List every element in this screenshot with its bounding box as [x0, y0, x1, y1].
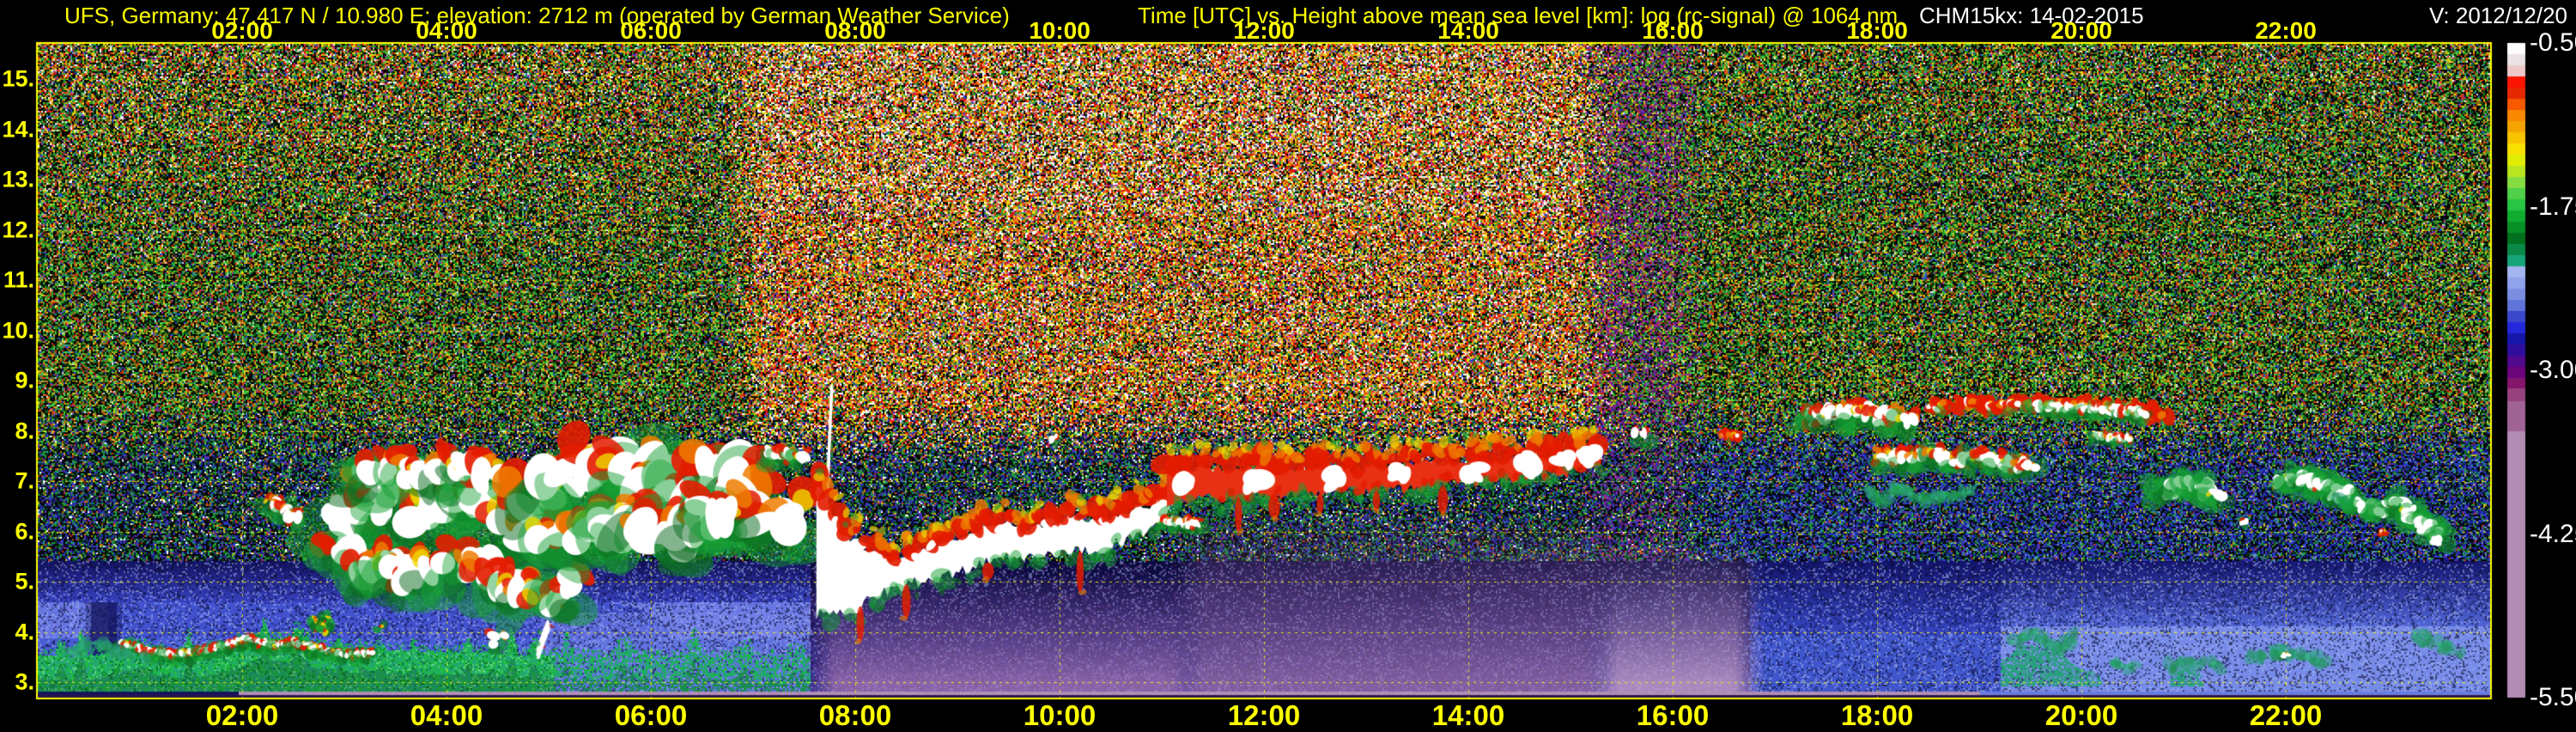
y-tick-label: 5. [15, 568, 34, 595]
x-tick-label-top: 22:00 [2255, 17, 2317, 44]
x-tick-label-top: 10:00 [1029, 17, 1091, 44]
colorbar-tick-label: -3.00 [2530, 356, 2576, 384]
x-tick-label-bottom: 08:00 [818, 699, 892, 731]
x-tick-label-top: 12:00 [1233, 17, 1295, 44]
y-tick-label: 10. [2, 317, 34, 344]
y-tick-label: 3. [15, 668, 34, 695]
x-tick-label-bottom: 22:00 [2249, 699, 2323, 731]
x-tick-label-top: 06:00 [620, 17, 682, 44]
x-tick-label-top: 02:00 [211, 17, 273, 44]
x-tick-label-bottom: 14:00 [1431, 699, 1505, 731]
colorbar-tick-label: -4.25 [2530, 519, 2576, 548]
ceilometer-quicklook-screen: UFS, Germany; 47.417 N / 10.980 E; eleva… [0, 0, 2576, 731]
y-tick-label: 13. [2, 166, 34, 192]
x-tick-label-top: 14:00 [1437, 17, 1499, 44]
plot-canvas [0, 0, 2576, 730]
x-tick-label-bottom: 10:00 [1023, 699, 1097, 731]
x-tick-label-bottom: 12:00 [1227, 699, 1301, 731]
y-tick-label: 15. [2, 65, 34, 92]
x-tick-label-top: 04:00 [416, 17, 477, 44]
y-tick-label: 14. [2, 116, 34, 142]
x-tick-label-top: 18:00 [1846, 17, 1908, 44]
y-tick-label: 11. [3, 266, 34, 293]
colorbar-tick-label: -0.50 [2530, 28, 2576, 57]
x-tick-label-top: 20:00 [2050, 17, 2112, 44]
y-tick-label: 4. [15, 619, 34, 645]
x-tick-label-bottom: 16:00 [1636, 699, 1710, 731]
x-tick-label-top: 08:00 [824, 17, 886, 44]
x-tick-label-bottom: 18:00 [1840, 699, 1914, 731]
version-text: V: 2012/12/20 [2429, 3, 2567, 28]
y-tick-label: 6. [15, 518, 34, 545]
x-tick-label-bottom: 06:00 [614, 699, 688, 731]
y-tick-label: 7. [15, 467, 34, 494]
x-tick-label-bottom: 02:00 [205, 699, 279, 731]
colorbar-tick-label: -5.50 [2530, 683, 2576, 711]
y-tick-label: 12. [2, 217, 34, 243]
colorbar-tick-label: -1.75 [2530, 192, 2576, 221]
y-tick-label: 8. [15, 418, 34, 444]
x-tick-label-bottom: 20:00 [2044, 699, 2118, 731]
x-tick-label-bottom: 04:00 [410, 699, 483, 731]
x-tick-label-top: 16:00 [1642, 17, 1704, 44]
y-tick-label: 9. [15, 367, 34, 393]
